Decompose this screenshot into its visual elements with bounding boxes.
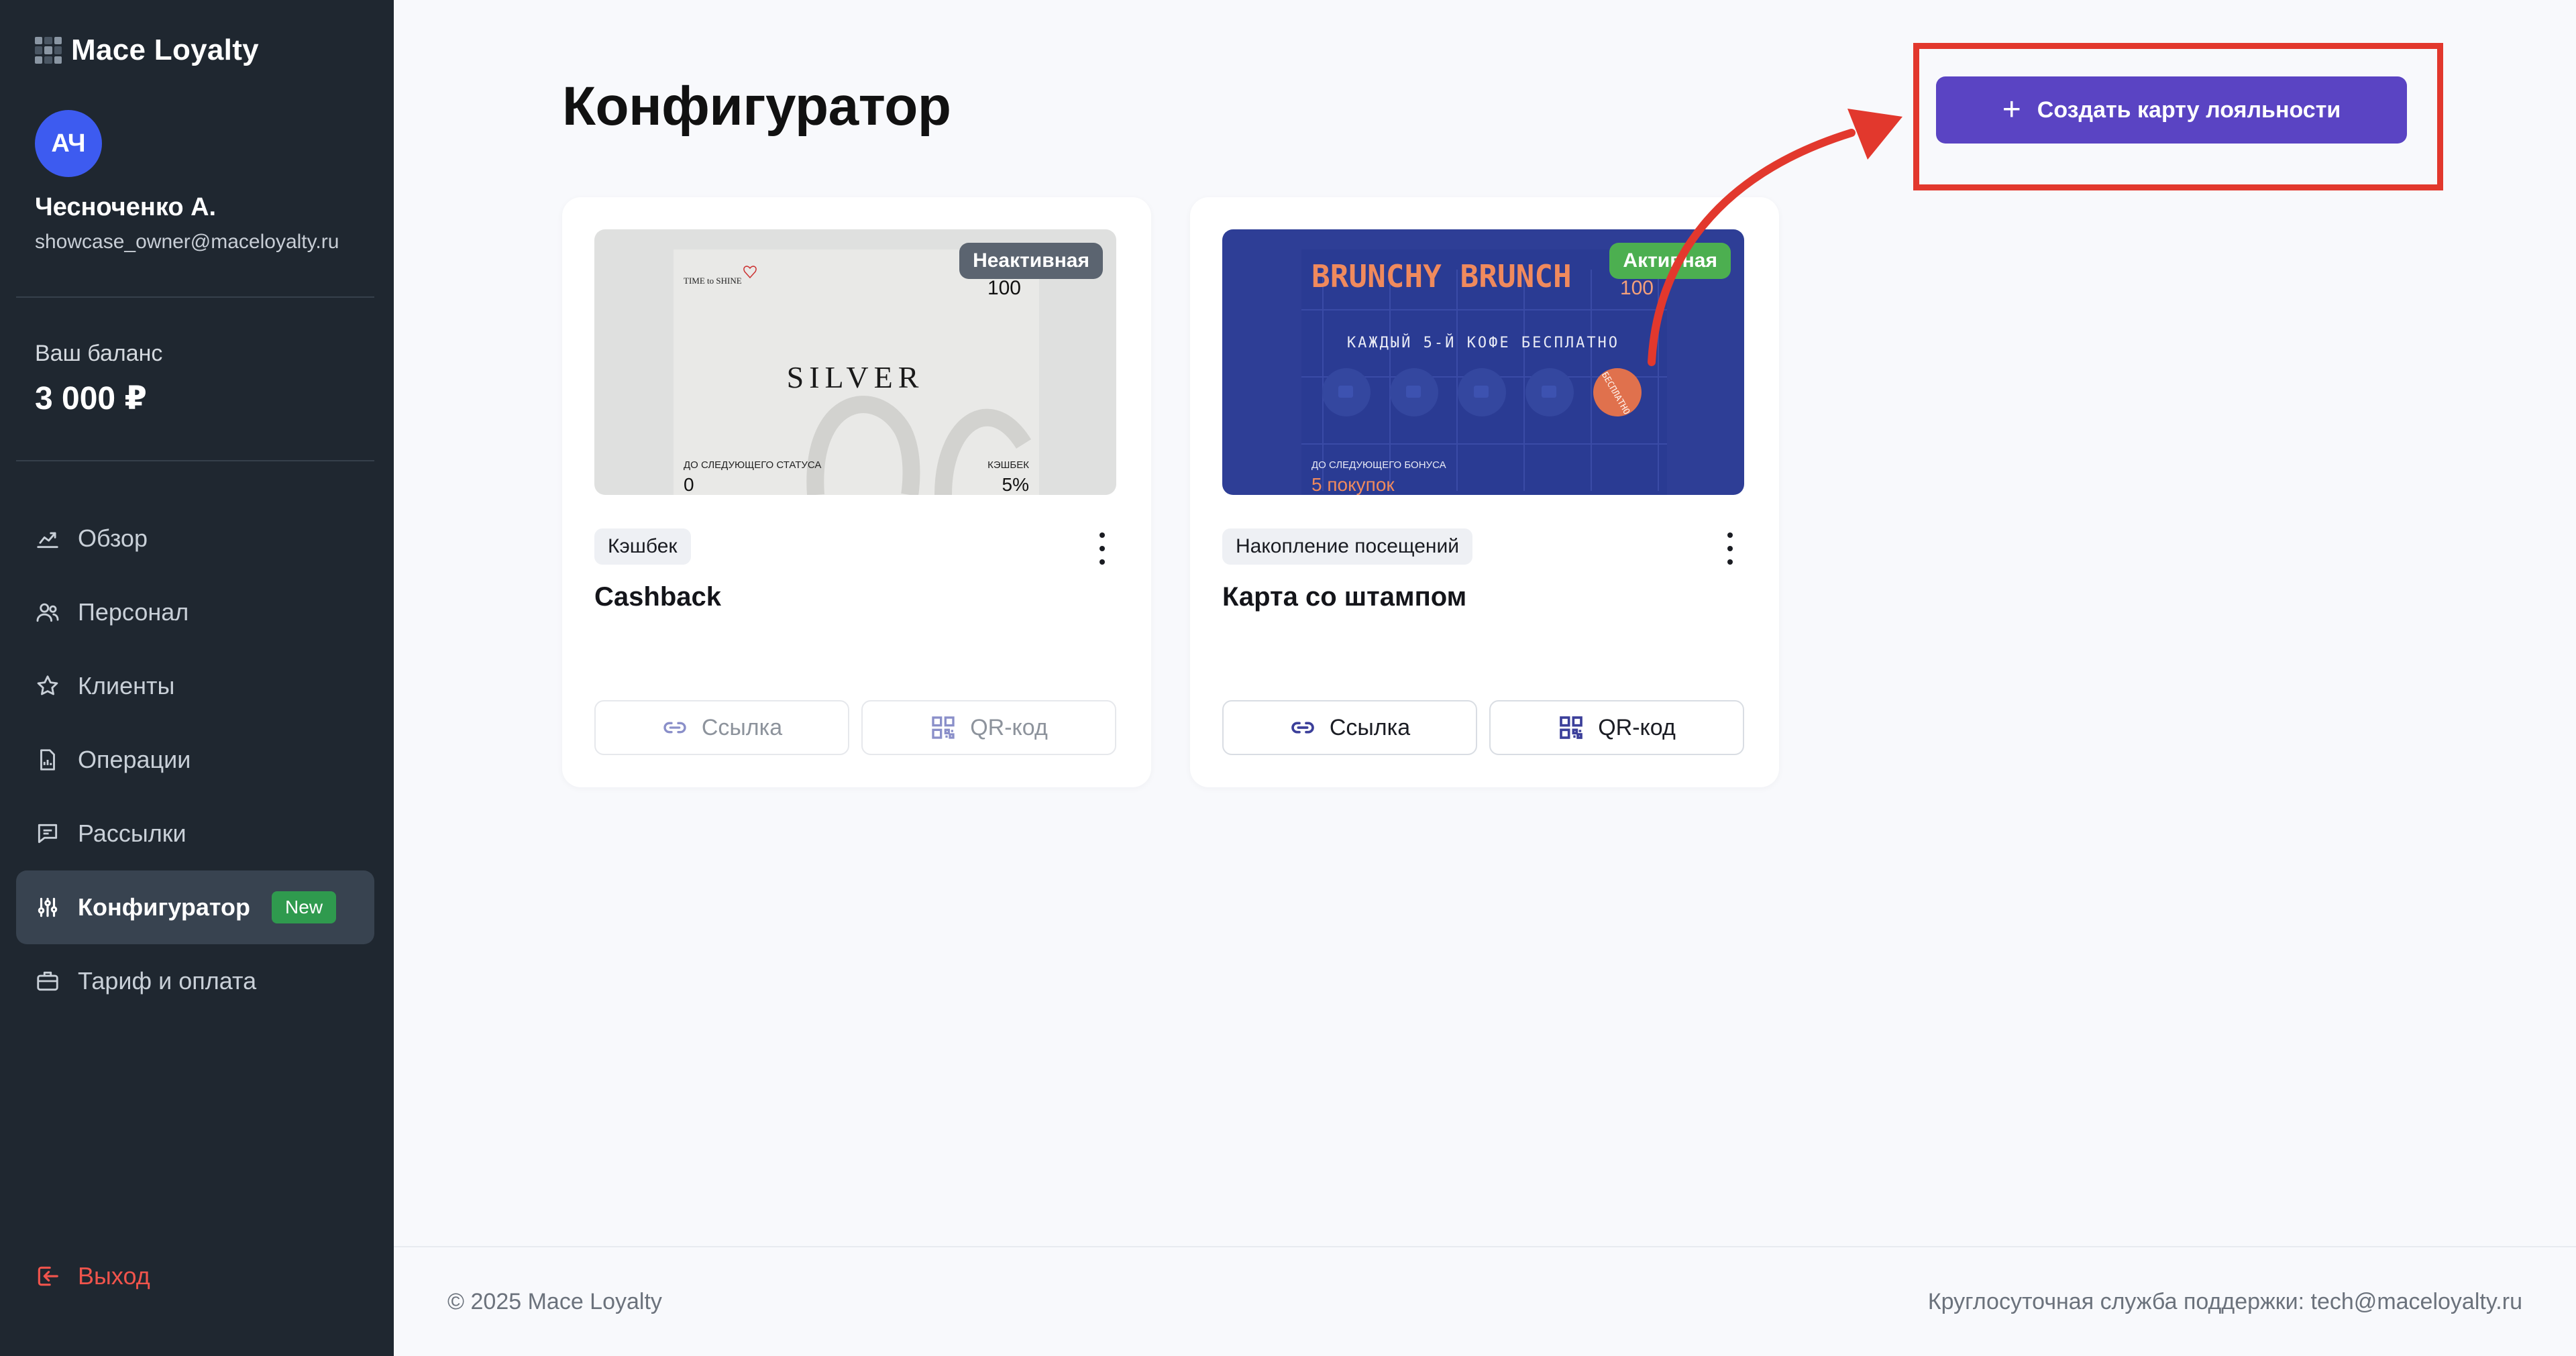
star-icon: [37, 675, 58, 695]
qr-label: QR-код: [1598, 714, 1676, 740]
message-icon: [38, 824, 58, 844]
loyalty-card-stamp: BRUNCHY BRUNCH 100 КАЖДЫЙ 5-Й КОФЕ БЕСПЛ…: [1190, 197, 1779, 787]
status-badge: Неактивная: [959, 243, 1103, 279]
qr-code-icon: [1560, 716, 1583, 739]
sidebar-item-operations[interactable]: Операции: [16, 723, 374, 797]
app-name: Mace Loyalty: [71, 34, 259, 66]
sidebar-item-mailings[interactable]: Рассылки: [16, 797, 374, 870]
preview-left-caption: ДО СЛЕДУЮЩЕГО СТАТУСА: [684, 459, 821, 471]
card-type-tag: Накопление посещений: [1222, 528, 1473, 565]
link-label: Ссылка: [1329, 714, 1411, 740]
status-badge: Активная: [1609, 243, 1731, 279]
app-logo[interactable]: Mace Loyalty: [35, 34, 259, 67]
preview-brand: BRUNCHY BRUNCH: [1311, 258, 1572, 294]
logout-label: Выход: [78, 1262, 150, 1290]
avatar[interactable]: АЧ: [35, 110, 102, 177]
briefcase-icon: [37, 971, 58, 991]
sidebar-item-label: Персонал: [78, 598, 189, 626]
more-options-icon[interactable]: [1727, 532, 1733, 565]
sidebar-item-label: Операции: [78, 746, 191, 773]
preview-left-value: 0: [684, 474, 694, 495]
preview-right-value: 5%: [1002, 474, 1029, 495]
preview-subtitle: КАЖДЫЙ 5-Й КОФЕ БЕСПЛАТНО: [1347, 334, 1619, 351]
annotation-highlight-box: [1913, 43, 2443, 190]
balance-value: 3 000 ₽: [35, 381, 147, 416]
sidebar-item-label: Конфигуратор: [78, 893, 251, 921]
sidebar-item-label: Тариф и оплата: [78, 967, 257, 995]
sidebar-item-overview[interactable]: Обзор: [16, 502, 374, 575]
preview-brand: TIME to SHINE: [684, 276, 742, 286]
card-name: Cashback: [594, 582, 721, 612]
chart-icon: [37, 532, 58, 549]
sidebar-nav: Обзор Персонал Клиенты Операции Рассылки…: [16, 502, 374, 1018]
card-preview[interactable]: BRUNCHY BRUNCH 100 КАЖДЫЙ 5-Й КОФЕ БЕСПЛ…: [1222, 229, 1744, 495]
link-icon: [663, 722, 686, 734]
preview-title: SILVER: [787, 360, 924, 394]
document-icon: [40, 749, 55, 771]
user-name: Чесноченко А.: [35, 193, 217, 221]
page-title: Конфигуратор: [562, 76, 951, 137]
sidebar-item-label: Обзор: [78, 524, 148, 552]
sidebar-item-configurator[interactable]: Конфигуратор New: [16, 870, 374, 944]
sidebar-item-label: Клиенты: [78, 672, 175, 699]
link-button[interactable]: Ссылка: [594, 700, 849, 755]
qr-code-icon: [932, 716, 955, 739]
sliders-icon: [38, 897, 58, 917]
more-options-icon[interactable]: [1099, 532, 1106, 565]
new-badge: New: [272, 891, 337, 923]
logout-button[interactable]: Выход: [35, 1262, 150, 1290]
users-icon: [36, 603, 59, 622]
sidebar-item-label: Рассылки: [78, 820, 186, 847]
sidebar-divider: [16, 460, 374, 461]
card-name: Карта со штампом: [1222, 582, 1467, 612]
sidebar-item-staff[interactable]: Персонал: [16, 575, 374, 649]
card-type-tag: Кэшбек: [594, 528, 691, 565]
sidebar: Mace Loyalty АЧ Чесноченко А. showcase_o…: [0, 0, 394, 1356]
footer-copyright: © 2025 Mace Loyalty: [447, 1289, 662, 1314]
preview-value: 5 покупок: [1311, 474, 1395, 495]
qr-code-button[interactable]: QR-код: [861, 700, 1116, 755]
user-email: showcase_owner@maceloyalty.ru: [35, 231, 339, 253]
footer-support[interactable]: Круглосуточная служба поддержки: tech@ma…: [1928, 1289, 2522, 1315]
qr-code-button[interactable]: QR-код: [1489, 700, 1744, 755]
loyalty-card-cashback: TIME to SHINE 100 SILVER ДО СЛЕДУЮЩЕГО С…: [562, 197, 1151, 787]
preview-caption: ДО СЛЕДУЮЩЕГО БОНУСА: [1311, 459, 1446, 471]
preview-right-caption: КЭШБЕК: [987, 459, 1029, 471]
sidebar-item-clients[interactable]: Клиенты: [16, 649, 374, 723]
qr-label: QR-код: [970, 714, 1048, 740]
card-preview[interactable]: TIME to SHINE 100 SILVER ДО СЛЕДУЮЩЕГО С…: [594, 229, 1116, 495]
sidebar-item-billing[interactable]: Тариф и оплата: [16, 944, 374, 1018]
link-button[interactable]: Ссылка: [1222, 700, 1477, 755]
link-icon: [1291, 722, 1314, 734]
balance-label: Ваш баланс: [35, 341, 163, 366]
logout-icon: [38, 1266, 58, 1286]
preview-top-value: 100: [987, 277, 1021, 299]
link-label: Ссылка: [701, 714, 783, 740]
preview-top-value: 100: [1620, 277, 1654, 299]
sidebar-divider: [16, 296, 374, 298]
footer: © 2025 Mace Loyalty Круглосуточная служб…: [394, 1246, 2576, 1356]
logo-icon: [35, 37, 62, 64]
